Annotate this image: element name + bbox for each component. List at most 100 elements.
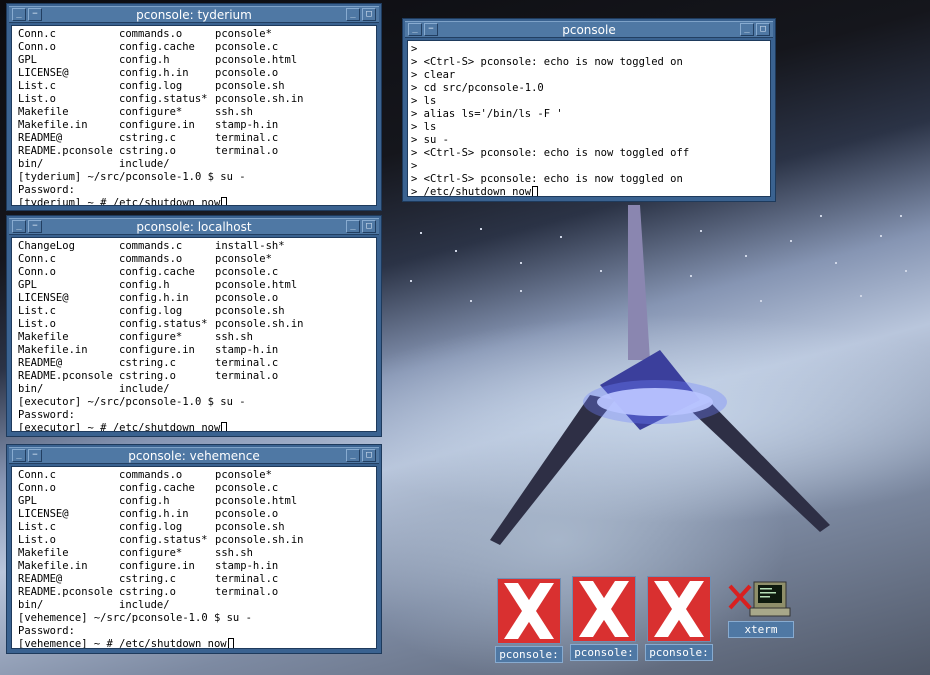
terminal-text-area[interactable]: Conn.c commands.o pconsole* Conn.o config.ca… xyxy=(11,466,377,649)
file-name: configure.in xyxy=(119,119,195,131)
file-listing-row: Makefile configure* ssh.sh xyxy=(18,331,253,344)
file-listing-row: Conn.o config.cache pconsole.c xyxy=(18,266,278,279)
terminal-line: > <Ctrl-S> pconsole: echo is now toggled… xyxy=(411,147,690,159)
file-name: List.c xyxy=(18,521,56,533)
window-title: pconsole: tyderium xyxy=(136,8,252,22)
file-listing-row: README@ cstring.c terminal.c xyxy=(18,357,278,370)
terminal-line: > su - xyxy=(411,134,449,146)
file-listing-row: List.o config.status* pconsole.sh.in xyxy=(18,318,304,331)
pconsole-control-window[interactable]: _ − pconsole _ □ > > <Ctrl-S> pconsole: e… xyxy=(402,18,776,202)
file-name: cstring.c xyxy=(119,357,176,369)
file-name: cstring.c xyxy=(119,132,176,144)
file-name: bin/ xyxy=(18,158,44,170)
file-name: config.h.in xyxy=(119,292,189,304)
file-name: Makefile.in xyxy=(18,344,88,356)
terminal-line: > alias ls='/bin/ls -F ' xyxy=(411,108,563,120)
file-name: README@ xyxy=(18,132,63,144)
file-listing-row: README@ cstring.c terminal.c xyxy=(18,132,278,145)
file-listing-row: GPL config.h pconsole.html xyxy=(18,54,297,67)
terminal-line: [tyderium] ~/src/pconsole-1.0 $ su - xyxy=(18,171,246,183)
terminal-line: [executor] ~ # /etc/shutdown now xyxy=(18,422,246,431)
terminal-text-area[interactable]: ChangeLog commands.c install-sh* Conn.c comm… xyxy=(11,237,377,432)
terminal-window-vehemence[interactable]: _ − pconsole: vehemence _ □ Conn.c comman… xyxy=(6,444,382,654)
x-logo-icon xyxy=(572,576,636,642)
terminal-text-area[interactable]: Conn.c commands.o pconsole* Conn.o config.ca… xyxy=(11,25,377,206)
terminal-line: > xyxy=(411,160,418,172)
terminal-text-area[interactable]: > > <Ctrl-S> pconsole: echo is now toggle… xyxy=(407,40,771,197)
window-title: pconsole: localhost xyxy=(136,220,252,234)
file-name: pconsole.sh xyxy=(215,80,285,92)
title-bar[interactable]: _ − pconsole _ □ xyxy=(405,21,773,38)
file-name: List.c xyxy=(18,80,56,92)
file-name: configure.in xyxy=(119,344,195,356)
window-maximize-button[interactable]: □ xyxy=(362,220,376,233)
file-name: LICENSE@ xyxy=(18,292,69,304)
text-cursor xyxy=(221,197,228,205)
file-name: pconsole.o xyxy=(215,67,279,79)
file-name: pconsole.sh.in xyxy=(215,93,304,105)
desktop-icon-pconsole-1[interactable]: pconsole: xyxy=(495,578,563,664)
file-name: terminal.c xyxy=(215,132,279,144)
file-listing-row: Conn.c commands.o pconsole* xyxy=(18,28,272,41)
terminal-line: Password: xyxy=(18,409,75,421)
terminal-line: [tyderium] ~ # /etc/shutdown now xyxy=(18,197,246,205)
file-listing-row: README.pconsole cstring.o terminal.o xyxy=(18,586,278,599)
file-name: include/ xyxy=(119,383,170,395)
file-name: pconsole.sh.in xyxy=(215,534,304,546)
file-name: GPL xyxy=(18,279,37,291)
file-listing-row: Makefile.in configure.in stamp-h.in xyxy=(18,560,278,573)
title-bar[interactable]: _ − pconsole: tyderium _ □ xyxy=(9,6,379,23)
text-cursor xyxy=(227,638,234,648)
terminal-line: [executor] ~/src/pconsole-1.0 $ su - xyxy=(18,396,246,408)
desktop-icon-pconsole-2[interactable]: pconsole: xyxy=(570,576,638,662)
file-name: Conn.o xyxy=(18,482,56,494)
file-name: pconsole.html xyxy=(215,54,298,66)
file-listing-row: Conn.c commands.o pconsole* xyxy=(18,253,272,266)
file-name: config.h.in xyxy=(119,508,189,520)
window-maximize-button[interactable]: □ xyxy=(362,8,376,21)
window-iconify-button[interactable]: _ xyxy=(740,23,754,36)
file-name: pconsole.sh.in xyxy=(215,318,304,330)
file-name: config.status* xyxy=(119,93,208,105)
title-bar[interactable]: _ − pconsole: localhost _ □ xyxy=(9,218,379,235)
desktop-icon-xterm[interactable]: xterm xyxy=(728,580,794,640)
file-listing-row: Conn.o config.cache pconsole.c xyxy=(18,41,278,54)
file-name: Makefile xyxy=(18,331,69,343)
window-iconify-button[interactable]: _ xyxy=(346,220,360,233)
terminal-line: Password: xyxy=(18,184,75,196)
window-iconify-button[interactable]: _ xyxy=(346,449,360,462)
file-name: commands.o xyxy=(119,28,183,40)
title-bar[interactable]: _ − pconsole: vehemence _ □ xyxy=(9,447,379,464)
window-maximize-button[interactable]: □ xyxy=(362,449,376,462)
file-listing-row: Makefile configure* ssh.sh xyxy=(18,547,253,560)
icon-label: pconsole: xyxy=(495,646,563,663)
file-name: LICENSE@ xyxy=(18,67,69,79)
window-maximize-button[interactable]: □ xyxy=(756,23,770,36)
file-listing-row: Conn.c commands.o pconsole* xyxy=(18,469,272,482)
file-name: cstring.c xyxy=(119,573,176,585)
terminal-line: Password: xyxy=(18,625,75,637)
file-name: configure* xyxy=(119,106,183,118)
file-name: config.h xyxy=(119,495,170,507)
file-listing-row: List.c config.log pconsole.sh xyxy=(18,305,285,318)
desktop-icon-pconsole-3[interactable]: pconsole: xyxy=(645,576,713,662)
icon-label: xterm xyxy=(728,621,794,638)
file-name: List.c xyxy=(18,305,56,317)
window-iconify-button[interactable]: _ xyxy=(346,8,360,21)
file-listing-row: List.o config.status* pconsole.sh.in xyxy=(18,93,304,106)
icon-label: pconsole: xyxy=(645,644,713,661)
file-name: pconsole* xyxy=(215,253,272,265)
file-name: configure* xyxy=(119,331,183,343)
file-listing-row: LICENSE@ config.h.in pconsole.o xyxy=(18,67,278,80)
file-name: config.cache xyxy=(119,482,195,494)
file-name: stamp-h.in xyxy=(215,344,279,356)
terminal-window-tyderium[interactable]: _ − pconsole: tyderium _ □ Conn.c command… xyxy=(6,3,382,211)
file-name: install-sh* xyxy=(215,240,285,252)
file-name: stamp-h.in xyxy=(215,119,279,131)
window-title: pconsole xyxy=(562,23,616,37)
terminal-window-localhost[interactable]: _ − pconsole: localhost _ □ ChangeLog com… xyxy=(6,215,382,437)
terminal-line: [vehemence] ~/src/pconsole-1.0 $ su - xyxy=(18,612,252,624)
file-name: cstring.o xyxy=(119,145,176,157)
file-listing-row: Makefile.in configure.in stamp-h.in xyxy=(18,344,278,357)
file-listing-row: GPL config.h pconsole.html xyxy=(18,495,297,508)
